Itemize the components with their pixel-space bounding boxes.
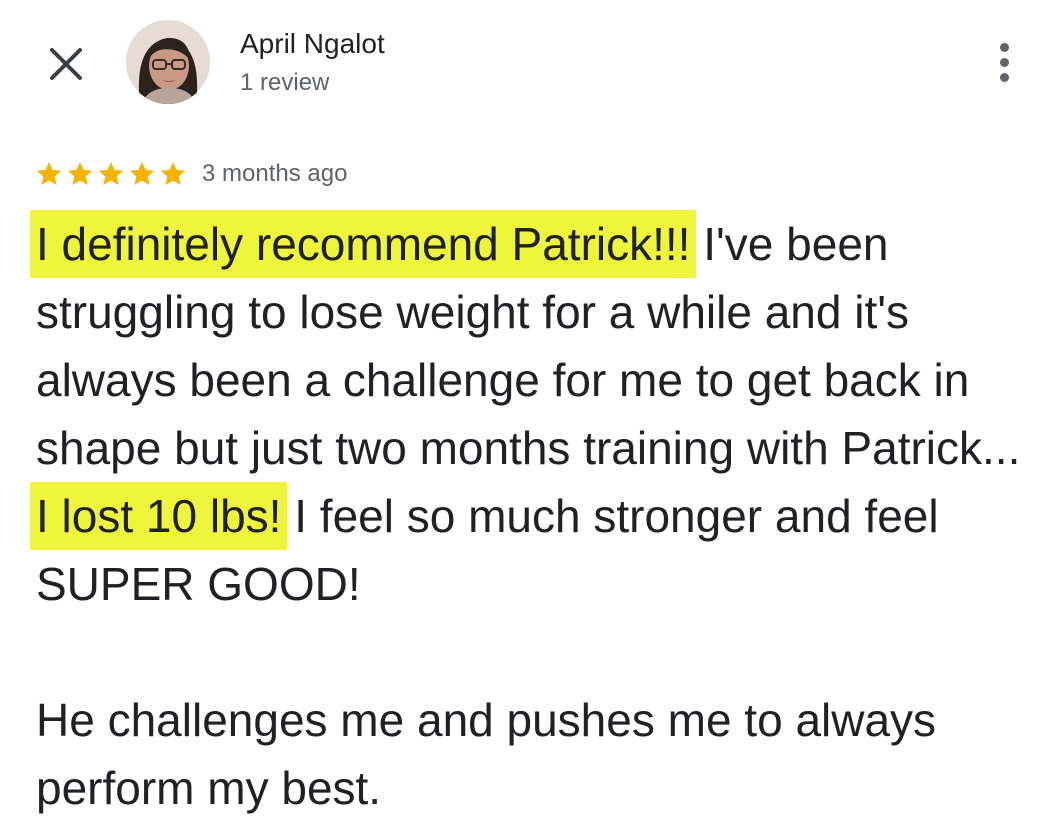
review-paragraph: He challenges me and pushes me to always…	[36, 694, 937, 814]
reviewer-name[interactable]: April Ngalot	[240, 28, 385, 60]
star-icon	[129, 162, 155, 185]
more-vert-icon	[999, 42, 1009, 52]
star-icon	[67, 162, 93, 185]
more-vert-icon-dot	[999, 72, 1009, 82]
star-icon	[36, 162, 62, 185]
review-detail-page: April Ngalot 1 review 3 months ago I def…	[0, 0, 1059, 839]
rating-row: 3 months ago	[34, 156, 347, 192]
avatar-photo	[126, 20, 210, 104]
star-icon	[98, 162, 124, 185]
review-paragraph: I definitely recommend Patrick!!! I've b…	[30, 210, 1036, 618]
close-icon	[50, 48, 82, 80]
review-count: 1 review	[240, 69, 330, 96]
review-text: I definitely recommend Patrick!!! I've b…	[30, 210, 1036, 822]
close-button[interactable]	[44, 42, 88, 86]
star-rating	[34, 159, 188, 189]
review-timestamp: 3 months ago	[202, 160, 348, 187]
avatar[interactable]	[126, 20, 210, 104]
more-vert-icon-dot	[999, 57, 1009, 67]
highlighted-text: I definitely recommend Patrick!!!	[30, 210, 697, 278]
more-options-button[interactable]	[988, 40, 1020, 84]
highlighted-text: I lost 10 lbs!	[30, 482, 288, 550]
star-icon	[160, 162, 186, 185]
